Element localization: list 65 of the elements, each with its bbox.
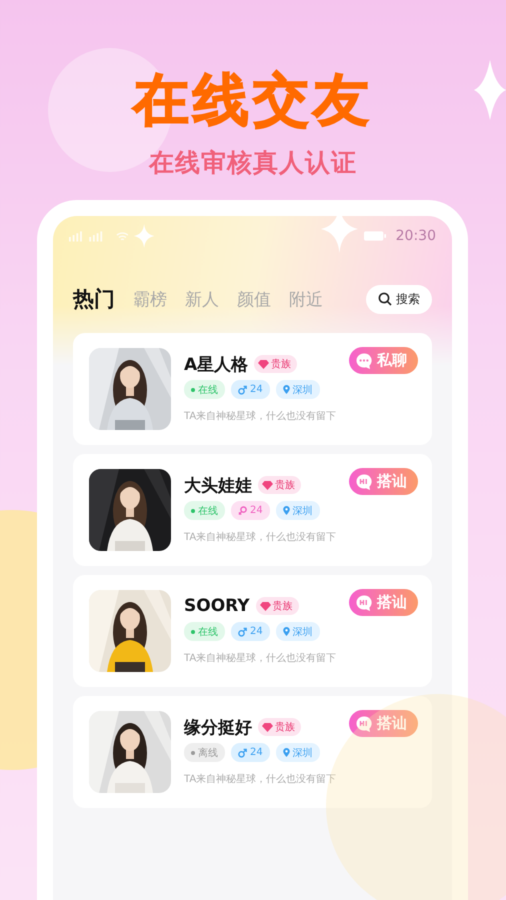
- sparkle-icon: [474, 60, 506, 120]
- user-card[interactable]: 缘分挺好 贵族 离线 24 深圳 TA来自神秘星球，什么也没有留下 搭讪: [73, 696, 432, 808]
- bio-text: TA来自神秘星球，什么也没有留下: [184, 410, 338, 423]
- chat-button[interactable]: 私聊: [349, 347, 418, 374]
- greet-button[interactable]: 搭讪: [349, 468, 418, 495]
- noble-badge: 贵族: [254, 355, 298, 373]
- location-pin-icon: [282, 506, 290, 515]
- hi-bubble-icon: [355, 472, 373, 490]
- location-tag: 深圳: [276, 380, 320, 399]
- wifi-icon: [116, 230, 128, 242]
- noble-badge: 贵族: [258, 476, 301, 494]
- status-dot-icon: [191, 630, 195, 634]
- gender-age-tag: 24: [231, 622, 270, 641]
- greet-button[interactable]: 搭讪: [349, 589, 418, 616]
- gender-age-tag: 24: [231, 743, 270, 762]
- user-card[interactable]: 大头娃娃 贵族 在线 24 深圳 TA来自神秘星球，什么也没有留下 搭讪: [73, 454, 432, 566]
- tab[interactable]: 附近: [289, 288, 323, 310]
- status-dot-icon: [191, 508, 195, 512]
- male-icon: [238, 384, 247, 394]
- location-tag: 深圳: [276, 501, 320, 520]
- status-tag: 在线: [184, 622, 225, 641]
- gender-age-tag: 24: [231, 380, 270, 399]
- user-name: 大头娃娃: [184, 474, 252, 496]
- tab[interactable]: 新人: [185, 288, 219, 310]
- male-icon: [238, 626, 247, 636]
- subtitle: 在线审核真人认证: [149, 147, 357, 179]
- status-time: 20:30: [396, 228, 436, 244]
- status-dot-icon: [191, 750, 195, 754]
- female-icon: [238, 506, 247, 516]
- sparkle-icon: [134, 223, 155, 249]
- chat-bubble-icon: [355, 352, 373, 370]
- diamond-icon: [262, 722, 273, 732]
- user-name: 缘分挺好: [184, 716, 252, 738]
- hi-bubble-icon: [355, 594, 373, 612]
- user-name: A星人格: [184, 354, 248, 376]
- noble-badge: 贵族: [258, 718, 301, 736]
- greet-button[interactable]: 搭讪: [349, 710, 418, 737]
- bio-text: TA来自神秘星球，什么也没有留下: [184, 530, 338, 544]
- user-card[interactable]: SOORY 贵族 在线 24 深圳 TA来自神秘星球，什么也没有留下 搭讪: [73, 575, 432, 687]
- diamond-icon: [262, 480, 273, 490]
- location-pin-icon: [282, 385, 290, 394]
- diamond-icon: [258, 360, 270, 368]
- status-tag: 在线: [184, 501, 225, 520]
- tab[interactable]: 霸榜: [133, 288, 167, 310]
- status-dot-icon: [191, 388, 195, 392]
- bio-text: TA来自神秘星球，什么也没有留下: [184, 772, 338, 786]
- noble-badge: 贵族: [256, 597, 299, 615]
- hi-bubble-icon: [355, 714, 373, 732]
- male-icon: [238, 748, 247, 758]
- tab[interactable]: 热门: [73, 285, 115, 313]
- user-card[interactable]: A星人格 贵族 在线 24 深圳 TA来自神秘星球，什么也没有留下 私聊: [73, 333, 432, 445]
- status-tag: 离线: [184, 743, 225, 762]
- tab[interactable]: 颜值: [237, 288, 271, 310]
- status-tag: 在线: [184, 380, 225, 399]
- diamond-icon: [260, 602, 271, 610]
- headline: 在线交友: [133, 70, 373, 132]
- location-tag: 深圳: [276, 743, 320, 762]
- bio-text: TA来自神秘星球，什么也没有留下: [184, 652, 338, 665]
- location-tag: 深圳: [276, 622, 320, 641]
- search-icon: [378, 292, 392, 306]
- gender-age-tag: 24: [231, 501, 270, 520]
- location-pin-icon: [282, 627, 290, 636]
- location-pin-icon: [282, 748, 290, 757]
- user-name: SOORY: [184, 596, 250, 616]
- sparkle-icon: [320, 216, 358, 255]
